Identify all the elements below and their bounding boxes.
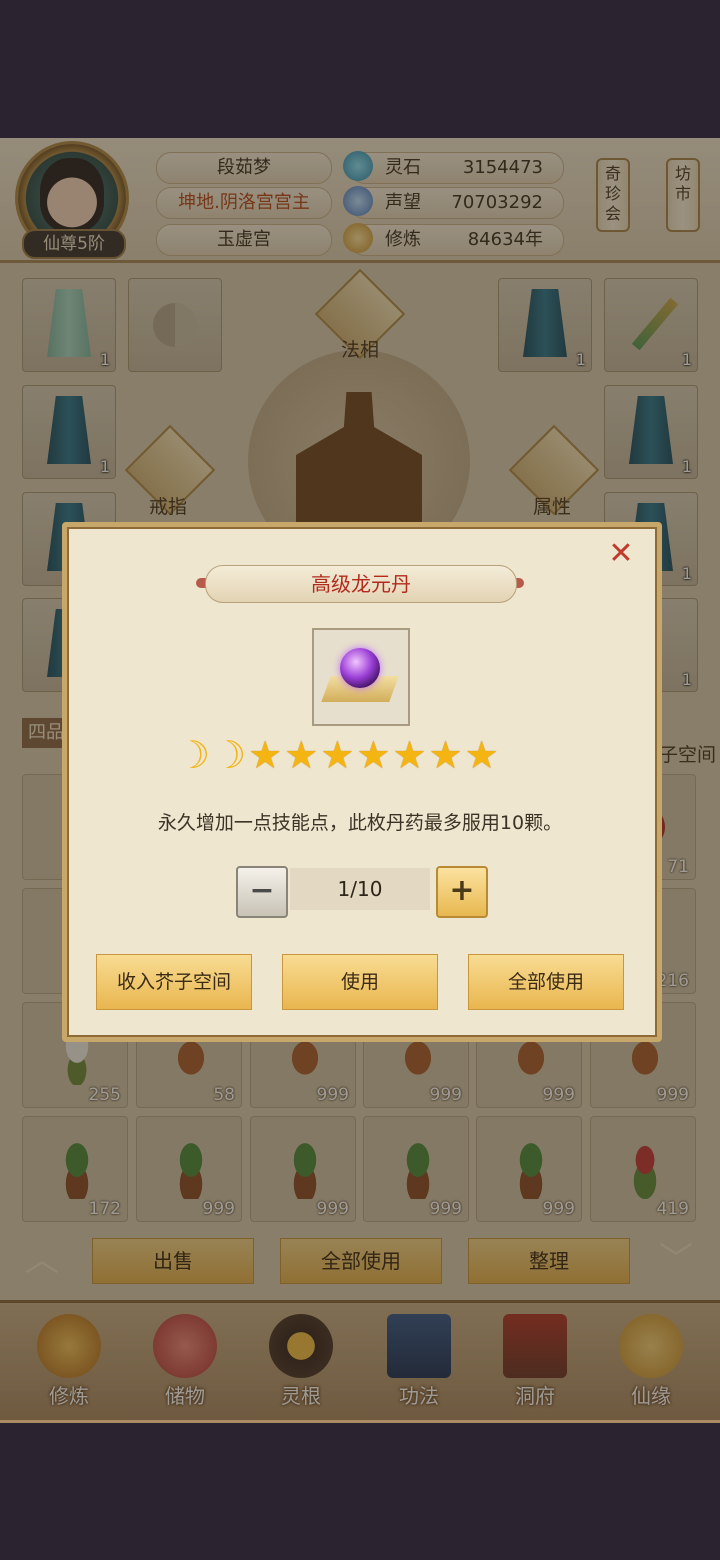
use-all-modal-button[interactable]: 全部使用: [468, 954, 624, 1010]
close-icon[interactable]: ✕: [604, 537, 638, 571]
quantity-plus-button[interactable]: +: [436, 866, 488, 918]
star-icon: ★: [284, 733, 321, 777]
star-icon: ★: [428, 733, 465, 777]
star-icon: ★: [320, 733, 357, 777]
moon-icon: ☽: [212, 733, 249, 777]
star-icon: ★: [464, 733, 501, 777]
item-description: 永久增加一点技能点，此枚丹药最多服用10颗。: [157, 812, 563, 834]
star-icon: ★: [248, 733, 285, 777]
store-to-space-button[interactable]: 收入芥子空间: [96, 954, 252, 1010]
star-icon: ★: [392, 733, 429, 777]
purple-pill-icon: [340, 648, 380, 688]
modal-title: 高级龙元丹: [205, 565, 517, 603]
use-button[interactable]: 使用: [282, 954, 438, 1010]
quantity-minus-button[interactable]: −: [236, 866, 288, 918]
star-icon: ★: [356, 733, 393, 777]
moon-icon: ☽: [176, 733, 213, 777]
quantity-display[interactable]: 1/10: [290, 868, 430, 910]
item-rating: ☽☽★★★★★★★: [176, 735, 501, 775]
